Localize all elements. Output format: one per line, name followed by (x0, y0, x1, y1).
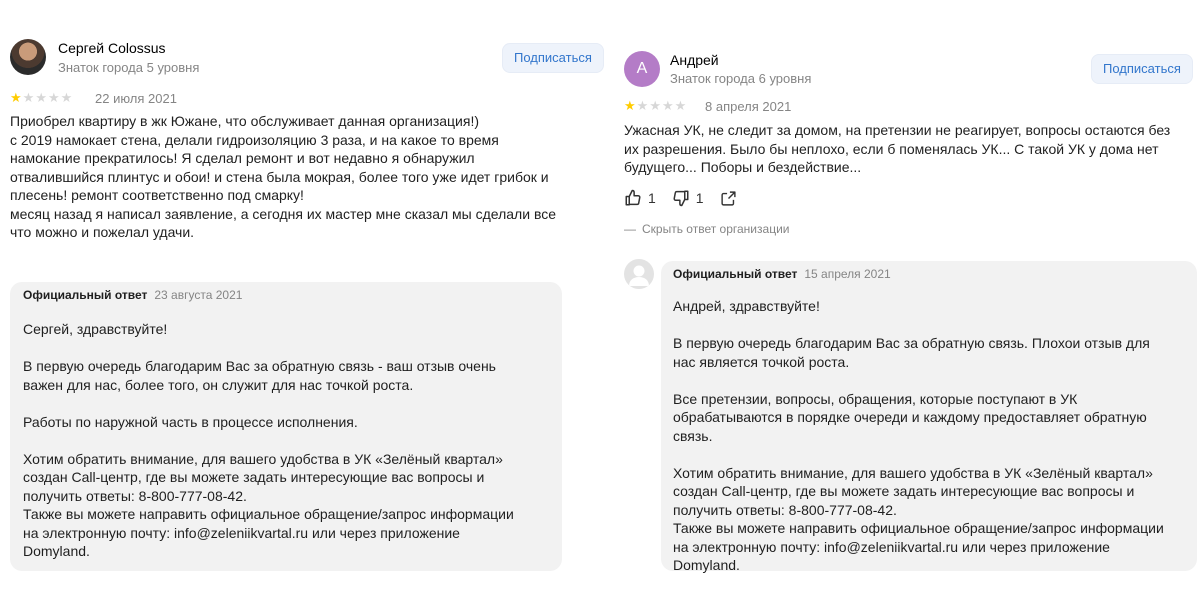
author-name[interactable]: Сергей Colossus (58, 40, 166, 56)
official-reply-title: Официальный ответ (673, 267, 798, 281)
user-placeholder-icon (624, 259, 654, 289)
author-level: Знаток города 6 уровня (670, 71, 812, 86)
review-date: 8 апреля 2021 (705, 99, 792, 114)
avatar-letter: А (636, 60, 648, 77)
star-icon: ★ (624, 98, 636, 113)
subscribe-button[interactable]: Подписаться (502, 43, 604, 73)
review-text: Приобрел квартиру в жк Южане, что обслуж… (10, 113, 557, 240)
thumb-up-icon (625, 189, 641, 206)
author-avatar[interactable]: А (624, 51, 660, 87)
review-card-right: А Андрей Знаток города 6 уровня Подписат… (610, 0, 1200, 615)
star-icon: ★ (60, 90, 73, 105)
review-date: 22 июля 2021 (95, 91, 177, 106)
star-icon: ★ (649, 98, 661, 113)
dash-icon: — (624, 222, 636, 236)
share-button[interactable] (720, 190, 737, 207)
official-reply-date: 23 августа 2021 (154, 288, 243, 302)
official-reply-title: Официальный ответ (23, 288, 148, 302)
official-reply: Официальный ответ 15 апреля 2021 Андрей, … (661, 261, 1197, 573)
dislike-button[interactable]: 1 (672, 189, 704, 207)
official-reply-text: Андрей, здравствуйте! В первую очередь б… (673, 298, 1164, 573)
author-level: Знаток города 5 уровня (58, 60, 200, 75)
like-count: 1 (648, 190, 656, 206)
star-icon: ★ (10, 90, 22, 105)
author-avatar[interactable] (10, 39, 46, 75)
author-name[interactable]: Андрей (670, 52, 719, 68)
star-icon: ★ (47, 90, 60, 105)
star-icon: ★ (661, 98, 674, 113)
official-reply-header: Официальный ответ 23 августа 2021 (23, 288, 242, 302)
hide-reply-link[interactable]: — Скрыть ответ организации (624, 222, 789, 236)
official-reply-text: Сергей, здравствуйте! В первую очередь б… (23, 321, 514, 559)
user-silhouette-icon (629, 265, 649, 286)
hide-reply-label: Скрыть ответ организации (642, 222, 790, 236)
like-button[interactable]: 1 (624, 189, 656, 207)
official-reply-header: Официальный ответ 15 апреля 2021 (673, 267, 891, 281)
review-reactions: 1 1 (624, 189, 753, 207)
subscribe-button[interactable]: Подписаться (1091, 54, 1193, 84)
share-icon (721, 190, 736, 206)
rating-stars: ★ ★ ★ ★ ★ (10, 91, 72, 105)
star-icon: ★ (35, 90, 47, 105)
star-icon: ★ (636, 98, 649, 113)
thumb-down-icon (673, 190, 689, 207)
star-icon: ★ (22, 90, 35, 105)
official-reply: Официальный ответ 23 августа 2021 Сергей,… (10, 282, 562, 571)
rating-stars: ★ ★ ★ ★ ★ (624, 99, 686, 113)
review-text: Ужасная УК, не следит за домом, на прете… (624, 122, 1171, 175)
star-icon: ★ (674, 98, 687, 113)
review-card-left: Сергей Colossus Знаток города 5 уровня П… (0, 0, 604, 615)
dislike-count: 1 (695, 190, 704, 206)
official-reply-date: 15 апреля 2021 (804, 267, 891, 281)
